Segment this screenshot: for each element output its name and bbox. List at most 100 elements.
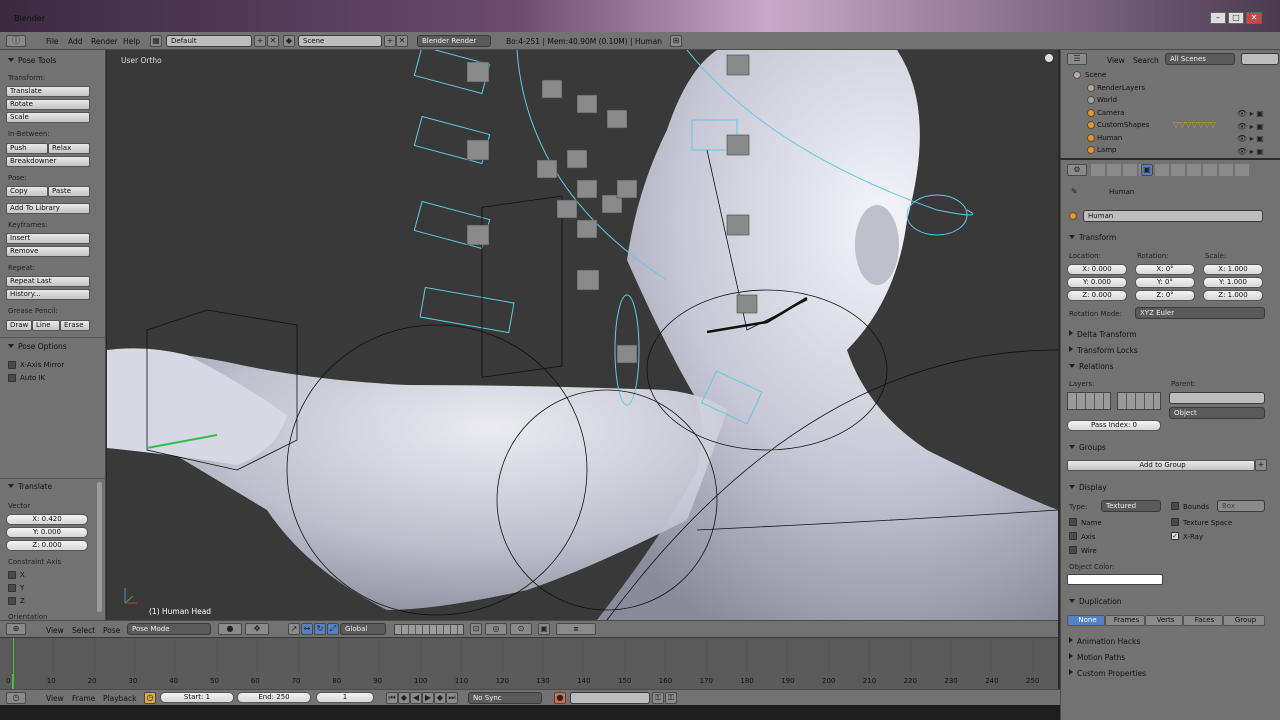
parent-field[interactable] — [1169, 392, 1265, 404]
jump-end-icon[interactable]: ⏭ — [446, 692, 458, 704]
end-frame-field[interactable]: End: 250 — [237, 692, 311, 703]
remove-scene-icon[interactable]: ✕ — [396, 35, 408, 47]
pose-options-header[interactable]: Pose Options — [8, 342, 67, 351]
outliner-item-customshapes[interactable]: CustomShapes — [1097, 121, 1149, 129]
object-tab-icon[interactable]: ▣ — [1141, 164, 1153, 176]
pin-icon[interactable]: ✎ — [1071, 187, 1078, 196]
grease-draw-button[interactable]: Draw — [6, 320, 32, 331]
play-icon[interactable]: ▶ — [422, 692, 434, 704]
operator-scrollbar[interactable] — [97, 482, 102, 612]
outliner-item-camera[interactable]: Camera — [1097, 109, 1124, 117]
location-z-field[interactable]: Z: 0.000 — [1067, 290, 1127, 301]
keyframe-tools-icon[interactable]: ⧈ — [556, 623, 596, 635]
play-reverse-icon[interactable]: ◀ — [410, 692, 422, 704]
add-group-icon[interactable]: + — [1255, 459, 1267, 471]
outliner-item-renderlayers[interactable]: RenderLayers — [1097, 84, 1145, 92]
dup-frames-tab[interactable]: Frames — [1105, 615, 1145, 626]
outliner-search-menu[interactable]: Search — [1133, 56, 1159, 65]
axis-checkbox[interactable] — [1069, 532, 1077, 540]
translate-button[interactable]: Translate — [6, 86, 90, 97]
select-menu[interactable]: Select — [72, 626, 95, 635]
menu-file[interactable]: File — [46, 37, 59, 46]
translate-operator-header[interactable]: Translate — [8, 482, 52, 491]
object-color-swatch[interactable] — [1067, 574, 1163, 585]
delete-keyframe-icon[interactable]: ⚿ — [665, 692, 677, 704]
remove-layout-icon[interactable]: ✕ — [267, 35, 279, 47]
constraint-y-checkbox[interactable] — [8, 584, 16, 592]
auto-ik-checkbox[interactable] — [8, 374, 16, 382]
editor-type-outliner-icon[interactable]: ☰ — [1067, 53, 1087, 65]
bounds-type-dropdown[interactable]: Box — [1217, 500, 1265, 512]
rotation-z-field[interactable]: Z: 0° — [1135, 290, 1195, 301]
rotation-y-field[interactable]: Y: 0° — [1135, 277, 1195, 288]
sync-mode-dropdown[interactable]: No Sync — [468, 692, 542, 704]
transform-locks-header[interactable]: Transform Locks — [1069, 346, 1138, 355]
motion-paths-header[interactable]: Motion Paths — [1069, 653, 1125, 662]
dup-group-tab[interactable]: Group — [1223, 615, 1265, 626]
insert-keyframe-icon[interactable]: ⚿ — [652, 692, 664, 704]
3d-viewport[interactable]: User Ortho (1) Human Head — [107, 50, 1058, 620]
scale-x-field[interactable]: X: 1.000 — [1203, 264, 1263, 275]
lock-layers-icon[interactable]: ⊡ — [470, 623, 482, 635]
viewport-corner-handle[interactable] — [1045, 54, 1053, 62]
minimize-button[interactable]: – — [1210, 12, 1226, 24]
scale-button[interactable]: Scale — [6, 112, 90, 123]
outliner-item-scene[interactable]: Scene — [1085, 71, 1106, 79]
parent-type-dropdown[interactable]: Object — [1169, 407, 1265, 419]
remove-keyframe-button[interactable]: Remove — [6, 246, 90, 257]
pose-tools-header[interactable]: Pose Tools — [8, 56, 56, 65]
name-checkbox[interactable] — [1069, 518, 1077, 526]
rotate-button[interactable]: Rotate — [6, 99, 90, 110]
display-type-dropdown[interactable]: Textured — [1101, 500, 1161, 512]
add-to-group-button[interactable]: Add to Group — [1067, 460, 1255, 471]
timeline-frame-menu[interactable]: Frame — [72, 694, 95, 703]
current-frame-field[interactable]: 1 — [316, 692, 374, 703]
transform-panel-header[interactable]: Transform — [1069, 233, 1116, 242]
repeat-last-button[interactable]: Repeat Last — [6, 276, 90, 287]
insert-keyframe-button[interactable]: Insert — [6, 233, 90, 244]
pivot-icon[interactable]: ✥ — [245, 623, 269, 635]
relax-button[interactable]: Relax — [48, 143, 90, 154]
editor-type-properties-icon[interactable]: ⚙ — [1067, 164, 1087, 176]
vector-x-field[interactable]: X: 0.420 — [6, 514, 88, 525]
add-layout-icon[interactable]: + — [254, 35, 266, 47]
menu-render[interactable]: Render — [91, 37, 118, 46]
menu-help[interactable]: Help — [123, 37, 140, 46]
translate-manipulator-icon[interactable]: ↔ — [301, 623, 313, 635]
shading-icon[interactable]: ● — [218, 623, 242, 635]
next-key-icon[interactable]: ◆ — [434, 692, 446, 704]
scale-y-field[interactable]: Y: 1.000 — [1203, 277, 1263, 288]
scale-z-field[interactable]: Z: 1.000 — [1203, 290, 1263, 301]
display-header[interactable]: Display — [1069, 483, 1107, 492]
menu-add[interactable]: Add — [68, 37, 83, 46]
vector-y-field[interactable]: Y: 0.000 — [6, 527, 88, 538]
breakdowner-button[interactable]: Breakdowner — [6, 156, 90, 167]
editor-type-icon[interactable]: ⓘ — [6, 35, 26, 47]
groups-header[interactable]: Groups — [1069, 443, 1106, 452]
duplication-header[interactable]: Duplication — [1069, 597, 1122, 606]
layers-grid-b[interactable] — [1117, 392, 1161, 410]
copy-pose-button[interactable]: Copy — [6, 186, 48, 197]
maximize-button[interactable]: □ — [1228, 12, 1244, 24]
manipulator-icon[interactable]: ↗ — [288, 623, 300, 635]
constraint-x-checkbox[interactable] — [8, 571, 16, 579]
dup-faces-tab[interactable]: Faces — [1183, 615, 1223, 626]
start-frame-field[interactable]: Start: 1 — [160, 692, 234, 703]
rotation-x-field[interactable]: X: 0° — [1135, 264, 1195, 275]
xray-checkbox-checked-icon[interactable]: ✓ — [1171, 532, 1179, 540]
object-name-field[interactable]: Human — [1083, 210, 1263, 222]
bounds-checkbox[interactable] — [1171, 502, 1179, 510]
rotate-manipulator-icon[interactable]: ↻ — [314, 623, 326, 635]
editor-type-3dview-icon[interactable]: ⊕ — [6, 623, 26, 635]
outliner-item-human[interactable]: Human — [1097, 134, 1122, 142]
outliner-item-world[interactable]: World — [1097, 96, 1117, 104]
vector-z-field[interactable]: Z: 0.000 — [6, 540, 88, 551]
dup-verts-tab[interactable]: Verts — [1145, 615, 1183, 626]
preview-range-icon[interactable]: ◷ — [144, 692, 156, 704]
keying-set-field[interactable] — [570, 692, 650, 704]
snap-target-icon[interactable]: ▣ — [538, 623, 550, 635]
proportional-edit-icon[interactable]: ◎ — [485, 623, 507, 635]
record-icon[interactable]: ● — [554, 692, 566, 704]
history-button[interactable]: History... — [6, 289, 90, 300]
dup-none-tab[interactable]: None — [1067, 615, 1105, 626]
